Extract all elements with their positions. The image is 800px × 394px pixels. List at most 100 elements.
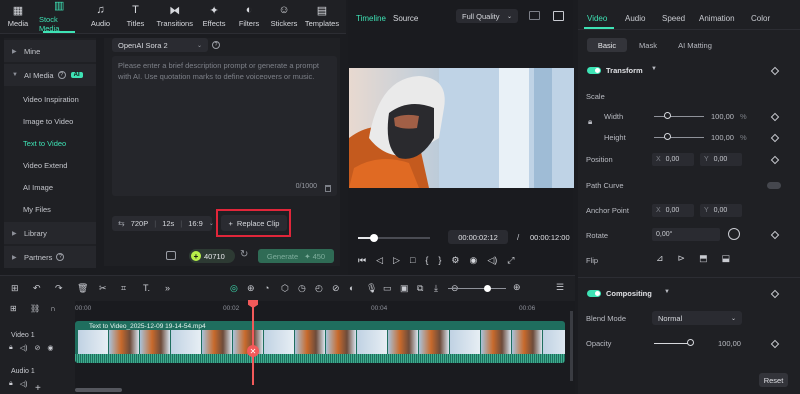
nav-partners[interactable]: ▶ Partners ?	[4, 246, 96, 268]
nav-sub-item[interactable]: AI Image	[4, 176, 96, 198]
toolbar-templates[interactable]: ▤ Templates	[305, 0, 339, 33]
opacity-slider-handle[interactable]	[687, 339, 694, 346]
mute-icon[interactable]: ⊘	[34, 344, 40, 352]
width-keyframe-icon[interactable]	[770, 112, 780, 122]
rotate-dial-icon[interactable]	[728, 228, 740, 240]
flip-horizontal-icon[interactable]: ⊿	[656, 253, 664, 264]
split-marker-icon[interactable]: ✕	[247, 345, 259, 357]
compositing-toggle[interactable]	[587, 290, 601, 297]
pip-icon[interactable]: ⧉	[417, 283, 423, 294]
video-clip[interactable]: Text to Video_2025-12-09 19-14-54.mp4	[75, 321, 565, 363]
color-icon[interactable]: ⊘	[332, 283, 340, 294]
position-keyframe-icon[interactable]	[770, 155, 780, 165]
volume-icon[interactable]: ◁)	[487, 255, 497, 266]
subtitle-icon[interactable]: ▣	[400, 283, 409, 294]
tab-speed[interactable]: Speed	[662, 14, 685, 23]
opacity-keyframe-icon[interactable]	[770, 339, 780, 349]
split-icon[interactable]: ⊕	[247, 283, 255, 294]
toolbar-transitions[interactable]: ⧓ Transitions	[156, 0, 193, 33]
lock-icon[interactable]: 🔒︎	[9, 344, 13, 352]
nav-sub-item[interactable]: Video Extend	[4, 154, 96, 176]
toolbar-titles[interactable]: T Titles	[121, 0, 149, 33]
grid-icon[interactable]	[529, 11, 540, 20]
speaker-icon[interactable]: ◁)	[20, 344, 28, 352]
link-icon[interactable]: 🔒︎	[588, 117, 592, 127]
width-slider[interactable]	[654, 116, 704, 117]
export-icon[interactable]: ⤓	[434, 283, 438, 294]
nav-sub-item[interactable]: Image to Video	[4, 110, 96, 132]
cut-icon[interactable]: ✂	[99, 283, 107, 294]
current-time-box[interactable]: 00:00:02:12	[448, 230, 508, 244]
path-curve-toggle[interactable]	[767, 182, 781, 189]
rotate-left-icon[interactable]: ⬒	[699, 253, 708, 264]
transform-keyframe-icon[interactable]	[770, 66, 780, 76]
width-slider-handle[interactable]	[664, 112, 671, 119]
opacity-value[interactable]: 100,00	[718, 339, 741, 348]
eye-icon[interactable]: ◉	[47, 344, 53, 352]
chevron-down-icon[interactable]: ▼	[651, 66, 657, 72]
time-ruler[interactable]: 00:00 00:02 00:04 00:06	[75, 301, 575, 315]
generate-button[interactable]: Generate ✦ 450	[258, 249, 334, 263]
subtab-ai-matting[interactable]: AI Matting	[670, 38, 720, 52]
toolbar-audio[interactable]: ♫ Audio	[86, 0, 114, 33]
position-x-field[interactable]: X 0,00	[652, 153, 694, 166]
toolbar-filters[interactable]: ◐ Filters	[235, 0, 263, 33]
link-tracks-icon[interactable]: ⛓	[30, 304, 40, 313]
snapshot-icon[interactable]	[553, 11, 564, 21]
height-slider-handle[interactable]	[664, 133, 671, 140]
toolbar-effects[interactable]: ✦ Effects	[200, 0, 228, 33]
rotate-keyframe-icon[interactable]	[770, 230, 780, 240]
playhead[interactable]	[252, 301, 254, 385]
redo-icon[interactable]: ↷	[55, 283, 63, 294]
camera-icon[interactable]: ◉	[470, 255, 478, 266]
subtab-basic[interactable]: Basic	[587, 38, 627, 52]
tab-color[interactable]: Color	[751, 14, 770, 23]
adjust-icon[interactable]: ◔	[264, 283, 269, 293]
toolbar-stock-media[interactable]: ▥ Stock Media	[39, 0, 80, 33]
delete-icon[interactable]: 🗑︎	[77, 283, 88, 294]
nav-sub-item[interactable]: Video Inspiration	[4, 88, 96, 110]
layers-icon[interactable]: ▭	[383, 283, 392, 294]
reset-button[interactable]: Reset	[759, 373, 788, 387]
prompt-input[interactable]: Please enter a brief description prompt …	[112, 56, 337, 196]
timer-icon[interactable]: ◴	[315, 283, 323, 294]
play-icon[interactable]: ▷	[393, 255, 400, 266]
lock-icon[interactable]: 🔒︎	[9, 380, 13, 388]
quality-select[interactable]: Full Quality ⌄	[456, 9, 518, 23]
flip-vertical-icon[interactable]: ⊳	[678, 253, 686, 264]
refresh-icon[interactable]: ↻	[240, 249, 248, 260]
crop-icon[interactable]: ⌗	[121, 283, 126, 294]
settings-icon[interactable]: ⚙	[451, 255, 459, 266]
trash-icon[interactable]	[325, 185, 331, 192]
add-track-icon[interactable]: ⊞	[10, 304, 17, 313]
height-value[interactable]: 100,00	[711, 133, 734, 142]
credits-badge[interactable]: + 40710	[189, 249, 235, 263]
timeline-scrollbar[interactable]	[75, 388, 122, 392]
menu-icon[interactable]: ☰	[556, 282, 564, 293]
fullscreen-icon[interactable]: ⤢	[507, 255, 514, 266]
generation-settings[interactable]: ⇆ 720P | 12s | 16:9 ⌄	[112, 216, 214, 231]
tab-timeline[interactable]: Timeline	[356, 14, 386, 23]
anchor-y-field[interactable]: Y 0,00	[700, 204, 742, 217]
shield-icon[interactable]: ⬡	[281, 283, 289, 294]
preview-progress-handle[interactable]	[370, 234, 378, 242]
play-reverse-icon[interactable]: ◁	[376, 255, 383, 266]
anchor-x-field[interactable]: X 0,00	[652, 204, 694, 217]
tab-source[interactable]: Source	[393, 14, 418, 23]
subtab-mask[interactable]: Mask	[633, 38, 663, 52]
position-y-field[interactable]: Y 0,00	[700, 153, 742, 166]
nav-sub-item[interactable]: Text to Video	[4, 132, 96, 154]
stop-icon[interactable]: □	[410, 255, 415, 265]
replace-clip-button[interactable]: + Replace Clip	[221, 215, 287, 231]
info-icon[interactable]: ?	[212, 41, 220, 49]
compositing-keyframe-icon[interactable]	[770, 289, 780, 299]
toolbar-media[interactable]: ▦ Media	[4, 0, 32, 33]
nav-sub-item[interactable]: My Files	[4, 198, 96, 220]
grid-icon[interactable]: ⊞	[11, 283, 19, 294]
height-keyframe-icon[interactable]	[770, 133, 780, 143]
width-value[interactable]: 100,00	[711, 112, 734, 121]
nav-library[interactable]: ▶ Library	[4, 222, 96, 244]
text-icon[interactable]: T.	[143, 283, 150, 293]
prev-frame-icon[interactable]: ⏮	[358, 255, 366, 266]
rotate-right-icon[interactable]: ⬓	[722, 253, 731, 264]
